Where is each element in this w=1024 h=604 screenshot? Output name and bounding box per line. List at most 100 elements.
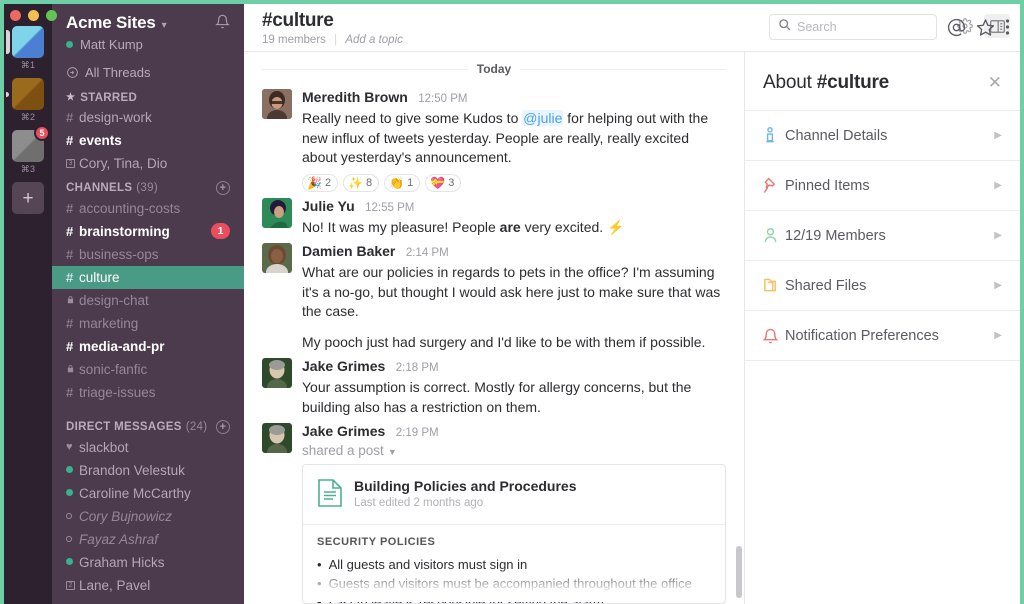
message-timestamp: 2:18 PM (395, 362, 439, 374)
avatar[interactable] (262, 197, 292, 228)
avatar[interactable] (262, 89, 292, 119)
sidebar-item-accounting-costs[interactable]: # accounting-costs (52, 197, 244, 220)
notifications-bell-icon[interactable] (215, 14, 230, 32)
avatar[interactable] (262, 358, 292, 388)
message-timestamp: 2:14 PM (405, 247, 449, 259)
message-author[interactable]: Meredith Brown (302, 89, 408, 105)
sidebar-item-design-work[interactable]: # design-work (52, 106, 244, 129)
dm-label: Caroline McCarthy (79, 485, 191, 501)
message-author[interactable]: Jake Grimes (302, 423, 385, 439)
shared-post-label[interactable]: shared a post ▼ (302, 443, 726, 458)
team-header[interactable]: Acme Sites ▾ Matt Kump (52, 4, 244, 60)
sidebar-item-brainstorming[interactable]: # brainstorming 1 (52, 220, 244, 243)
avatar[interactable] (262, 243, 292, 273)
emphasis: are (499, 218, 521, 235)
chevron-right-icon: ▶ (994, 180, 1002, 191)
dm-item-lane-pavel[interactable]: 2 Lane, Pavel (52, 574, 244, 597)
document-icon (317, 478, 343, 513)
sidebar-item-media-and-pr[interactable]: # media-and-pr (52, 335, 244, 358)
sidebar-item-group-cory-tina-dio[interactable]: 3 Cory, Tina, Dio (52, 152, 244, 175)
message-timestamp: 2:19 PM (395, 427, 439, 439)
message-author[interactable]: Damien Baker (302, 243, 395, 259)
details-row-shared-files[interactable]: Shared Files ▶ (745, 261, 1020, 311)
channel-details-panel: About #culture ✕ Channel Details ▶ Pinne… (744, 52, 1020, 604)
chevron-down-icon: ▾ (161, 20, 167, 31)
channel-label: marketing (79, 315, 139, 331)
shared-post-card[interactable]: Building Policies and Procedures Last ed… (302, 464, 726, 604)
details-row-notification-preferences[interactable]: Notification Preferences ▶ (745, 311, 1020, 361)
workspace-switch-3[interactable]: 5 ⌘3 (12, 125, 50, 178)
message-body: Jake Grimes 2:18 PM Your assumption is c… (302, 358, 726, 417)
gift-heart-icon: 💝 (430, 175, 446, 190)
starred-section-header: ★ STARRED (52, 86, 244, 106)
at-mention-icon[interactable] (947, 18, 966, 37)
reaction-gift-heart[interactable]: 💝 3 (425, 173, 462, 192)
message-author[interactable]: Julie Yu (302, 198, 355, 214)
user-mention[interactable]: @julie (522, 110, 564, 126)
chevron-right-icon: ▶ (994, 130, 1002, 141)
post-fade-overlay (304, 568, 724, 602)
workspace-switch-1[interactable]: ⌘1 (6, 26, 44, 74)
dm-item-fayaz-ashraf[interactable]: Fayaz Ashraf (52, 528, 244, 551)
reaction-clap[interactable]: 👏 1 (384, 173, 421, 192)
add-workspace-button[interactable]: + (12, 182, 44, 214)
hash-icon: # (66, 269, 74, 285)
kebab-menu-icon[interactable] (1005, 18, 1010, 36)
hash-icon: # (66, 338, 74, 354)
zoom-window-button[interactable] (46, 10, 57, 21)
search-placeholder: Search (797, 20, 837, 34)
dm-item-cory-bujnowicz[interactable]: Cory Bujnowicz (52, 505, 244, 528)
star-icon[interactable] (976, 18, 995, 37)
add-channel-icon[interactable]: + (216, 180, 230, 195)
channel-meta: 19 members | Add a topic (262, 34, 403, 46)
post-edited-time: Last edited 2 months ago (354, 497, 484, 509)
message-author[interactable]: Jake Grimes (302, 358, 385, 374)
current-user[interactable]: Matt Kump (66, 37, 230, 52)
dm-item-slackbot[interactable]: ♥ slackbot (52, 436, 244, 459)
person-icon (763, 227, 785, 244)
minimize-window-button[interactable] (28, 10, 39, 21)
workspace-switch-2[interactable]: ⌘2 (6, 78, 44, 126)
details-row-label: 12/19 Members (785, 227, 886, 244)
details-row-channel-details[interactable]: Channel Details ▶ (745, 111, 1020, 161)
avatar[interactable] (262, 423, 292, 453)
message-header: Damien Baker 2:14 PM (302, 243, 726, 262)
sidebar-item-culture[interactable]: # culture (52, 265, 244, 289)
heart-icon: ♥ (66, 440, 73, 453)
dm-label: Fayaz Ashraf (79, 531, 159, 547)
dm-item-brandon-velestuk[interactable]: Brandon Velestuk (52, 459, 244, 482)
dm-label: Graham Hicks (79, 554, 165, 570)
sidebar-item-all-threads[interactable]: All Threads (52, 60, 244, 86)
details-row-pinned-items[interactable]: Pinned Items ▶ (745, 161, 1020, 211)
channel-label: culture (79, 269, 120, 285)
add-topic-button[interactable]: Add a topic (345, 34, 403, 46)
reaction-sparkles[interactable]: ✨ 8 (343, 173, 380, 192)
dm-list: ♥ slackbot Brandon Velestuk Caroline McC… (52, 436, 244, 597)
sidebar-item-events[interactable]: # events (52, 129, 244, 152)
close-icon[interactable]: ✕ (988, 74, 1002, 91)
sidebar-item-marketing[interactable]: # marketing (52, 312, 244, 335)
dm-count: (24) (185, 420, 208, 433)
channel-label: design-chat (79, 292, 149, 308)
close-window-button[interactable] (10, 10, 21, 21)
sidebar-item-triage-issues[interactable]: # triage-issues (52, 381, 244, 404)
shared-label-text: shared a post (302, 443, 384, 458)
bell-icon (763, 327, 785, 344)
sidebar-item-business-ops[interactable]: # business-ops (52, 243, 244, 266)
message-scrollbar[interactable] (736, 546, 742, 598)
add-dm-icon[interactable]: + (216, 419, 230, 434)
clap-icon: 👏 (389, 175, 405, 190)
reaction-tada[interactable]: 🎉 2 (302, 173, 339, 192)
message-body: Meredith Brown 12:50 PM Really need to g… (302, 89, 726, 192)
sidebar-item-design-chat[interactable]: design-chat (52, 289, 244, 312)
sidebar-item-sonic-fanfic[interactable]: sonic-fanfic (52, 358, 244, 381)
tada-icon: 🎉 (307, 175, 322, 190)
search-input[interactable]: Search (769, 14, 937, 40)
channels-count: (39) (136, 181, 158, 194)
dm-item-graham-hicks[interactable]: Graham Hicks (52, 551, 244, 574)
details-row-members[interactable]: 12/19 Members ▶ (745, 211, 1020, 261)
dm-item-caroline-mccarthy[interactable]: Caroline McCarthy (52, 482, 244, 505)
channels-section-header: CHANNELS (39) + (52, 175, 244, 197)
message-list[interactable]: Today Meredith Brown 12:50 PM Really nee… (244, 52, 744, 604)
member-count[interactable]: 19 members (262, 34, 326, 46)
